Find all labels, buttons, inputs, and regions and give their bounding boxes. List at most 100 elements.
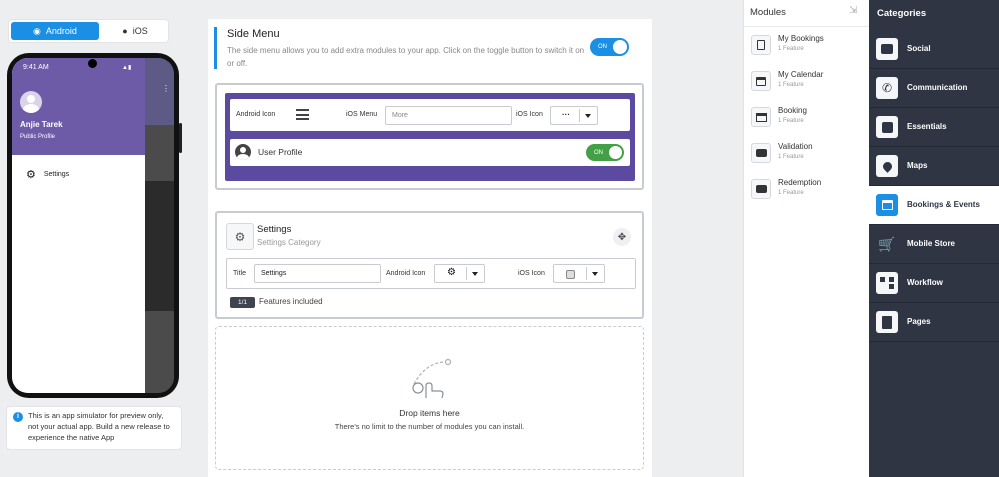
module-name: Booking bbox=[778, 106, 807, 115]
android-icon-dropdown[interactable]: ⚙ bbox=[434, 264, 485, 283]
ios-menu-input[interactable]: More bbox=[385, 106, 512, 125]
module-item[interactable]: Redemption 1 Feature bbox=[749, 175, 865, 205]
cart-icon: 🛒 bbox=[878, 235, 896, 252]
category-workflow[interactable]: Workflow bbox=[869, 264, 999, 303]
ios-icon-field-label: iOS Icon bbox=[518, 270, 545, 277]
ios-menu-label: iOS Menu bbox=[346, 111, 378, 118]
module-item[interactable]: Booking 1 Feature bbox=[749, 103, 865, 133]
side-menu-toggle[interactable]: ON bbox=[590, 38, 629, 56]
module-item[interactable]: My Calendar 1 Feature bbox=[749, 67, 865, 97]
menu-config-card: Android Icon iOS Menu More iOS Icon ··· bbox=[215, 83, 644, 190]
clipboard-icon bbox=[751, 35, 771, 55]
module-feature-count: 1 Feature bbox=[778, 154, 804, 160]
user-profile-toggle-label: ON bbox=[594, 149, 603, 156]
android-icon: ◉ bbox=[33, 25, 41, 36]
drawer-item-settings[interactable]: ⚙ Settings bbox=[26, 167, 69, 181]
drawer-item-label: Settings bbox=[43, 170, 70, 178]
features-badge: 1/1 bbox=[230, 297, 255, 308]
category-pages[interactable]: Pages bbox=[869, 303, 999, 342]
phone-simulator: ⋮ 9:41 AM ▲▮ Anjie Tarek Public Profile … bbox=[7, 53, 182, 398]
social-icon bbox=[876, 38, 898, 60]
drag-hand-icon bbox=[412, 358, 452, 399]
calendar-icon bbox=[876, 194, 898, 216]
category-essentials[interactable]: Essentials bbox=[869, 108, 999, 147]
ios-gear-icon bbox=[566, 270, 575, 279]
simulator-notice: i This is an app simulator for preview o… bbox=[6, 406, 182, 450]
title-field-label: Title bbox=[233, 270, 246, 277]
settings-gear-icon: ⚙ bbox=[226, 223, 254, 250]
app-background: ⋮ bbox=[145, 58, 174, 393]
platform-switch: ◉ Android ● iOS bbox=[8, 19, 169, 43]
module-item[interactable]: My Bookings 1 Feature bbox=[749, 31, 865, 61]
builder-panel: Side Menu The side menu allows you to ad… bbox=[208, 19, 652, 477]
android-icon-field-label: Android Icon bbox=[386, 270, 426, 277]
ios-icon-dropdown-settings[interactable] bbox=[553, 264, 605, 283]
drawer-header: 9:41 AM ▲▮ Anjie Tarek Public Profile bbox=[12, 58, 145, 155]
drop-zone-title: Drop items here bbox=[399, 408, 460, 418]
category-social[interactable]: Social bbox=[869, 30, 999, 69]
store-icon bbox=[751, 107, 771, 127]
categories-header: Categories bbox=[877, 8, 927, 19]
module-feature-count: 1 Feature bbox=[778, 46, 804, 52]
notice-text: This is an app simulator for preview onl… bbox=[28, 411, 170, 442]
drop-zone-subtitle: There's no limit to the number of module… bbox=[334, 422, 525, 431]
info-icon: i bbox=[13, 412, 23, 422]
category-bookings-events[interactable]: Bookings & Events bbox=[869, 186, 999, 225]
phone-screen: ⋮ 9:41 AM ▲▮ Anjie Tarek Public Profile … bbox=[12, 58, 174, 393]
title-input-value: Settings bbox=[261, 270, 287, 277]
user-profile-label: User Profile bbox=[258, 147, 303, 157]
category-label: Essentials bbox=[907, 122, 947, 131]
module-item[interactable]: Validation 1 Feature bbox=[749, 139, 865, 169]
overflow-menu-icon: ⋮ bbox=[162, 84, 170, 93]
puzzle-icon bbox=[876, 116, 898, 138]
ios-tab[interactable]: ● iOS bbox=[107, 22, 163, 40]
user-circle-icon bbox=[235, 144, 251, 160]
drag-move-icon[interactable]: ✥ bbox=[613, 228, 631, 246]
module-name: My Calendar bbox=[778, 70, 824, 79]
category-communication[interactable]: ✆ Communication bbox=[869, 69, 999, 108]
settings-module-subtitle: Settings Category bbox=[257, 238, 321, 247]
settings-fields-row: Title Settings Android Icon ⚙ iOS Icon bbox=[226, 258, 636, 289]
status-time: 9:41 AM bbox=[23, 64, 49, 71]
pages-icon bbox=[876, 311, 898, 333]
ios-menu-placeholder: More bbox=[392, 112, 408, 119]
settings-module-card: ⚙ Settings Settings Category ✥ Title Set… bbox=[215, 211, 644, 319]
side-menu-description: The side menu allows you to add extra mo… bbox=[227, 46, 585, 68]
ios-tab-label: iOS bbox=[132, 26, 148, 36]
ios-icon-dropdown[interactable]: ··· bbox=[550, 106, 598, 125]
category-label: Workflow bbox=[907, 278, 943, 287]
module-feature-count: 1 Feature bbox=[778, 82, 804, 88]
user-name: Anjie Tarek bbox=[20, 120, 63, 129]
category-mobile-store[interactable]: 🛒 Mobile Store bbox=[869, 225, 999, 264]
hamburger-icon[interactable] bbox=[296, 109, 309, 120]
user-profile-toggle[interactable]: ON bbox=[586, 144, 624, 161]
title-input[interactable]: Settings bbox=[254, 264, 381, 283]
categories-panel: Categories Social ✆ Communication Essent… bbox=[869, 0, 999, 477]
collapse-icon[interactable]: ⇲ bbox=[849, 5, 857, 16]
side-menu-title: Side Menu bbox=[227, 28, 280, 40]
phone-side-button bbox=[179, 123, 182, 153]
signal-icon: ▲▮ bbox=[122, 65, 132, 71]
avatar[interactable] bbox=[20, 91, 42, 113]
category-label: Social bbox=[907, 44, 931, 53]
drop-zone[interactable]: Drop items here There's no limit to the … bbox=[215, 326, 644, 470]
ios-icon-label: iOS Icon bbox=[516, 111, 543, 118]
module-feature-count: 1 Feature bbox=[778, 190, 804, 196]
gear-icon: ⚙ bbox=[26, 168, 36, 181]
phone-notch bbox=[88, 59, 97, 68]
module-name: Redemption bbox=[778, 178, 822, 187]
workflow-icon bbox=[876, 272, 898, 294]
section-accent-bar bbox=[214, 27, 217, 69]
more-dots-icon: ··· bbox=[562, 110, 570, 119]
android-tab-label: Android bbox=[45, 26, 77, 36]
calendar-icon bbox=[751, 71, 771, 91]
category-label: Pages bbox=[907, 317, 931, 326]
chat-icon bbox=[751, 179, 771, 199]
module-feature-count: 1 Feature bbox=[778, 118, 804, 124]
public-profile-link[interactable]: Public Profile bbox=[20, 134, 55, 140]
android-tab[interactable]: ◉ Android bbox=[11, 22, 99, 40]
category-label: Maps bbox=[907, 161, 928, 170]
map-pin-icon bbox=[876, 155, 898, 177]
category-maps[interactable]: Maps bbox=[869, 147, 999, 186]
phone-icon: ✆ bbox=[876, 77, 898, 99]
